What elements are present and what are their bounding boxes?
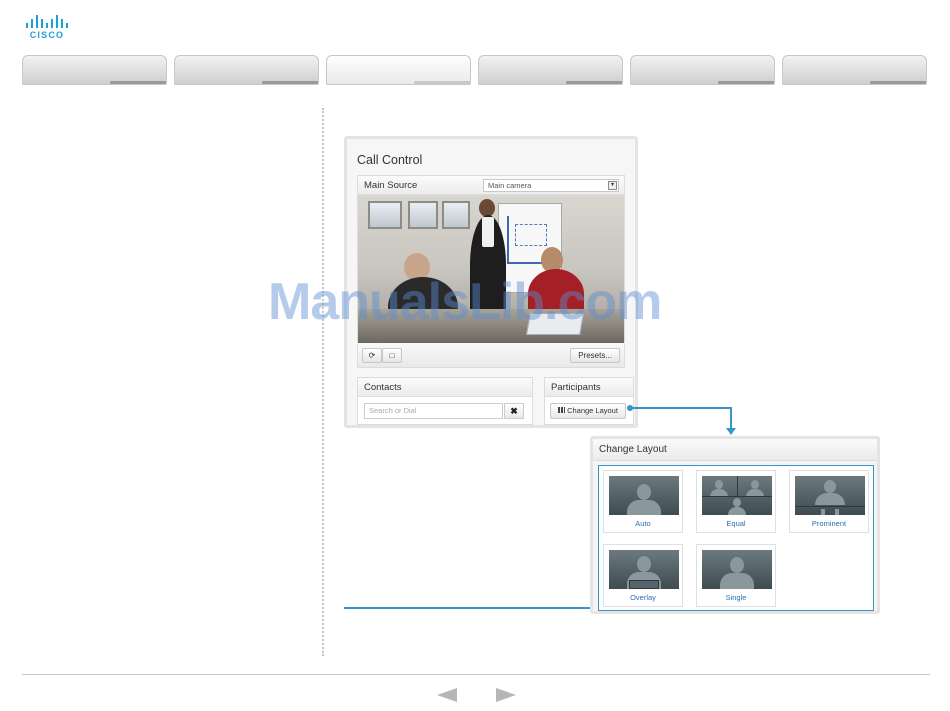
prominent-silhouettes-icon	[795, 476, 865, 515]
connector-arrow-icon	[726, 428, 736, 435]
section-rule	[344, 607, 594, 609]
participants-header: Participants	[545, 378, 633, 397]
cisco-logo: CISCO	[24, 14, 70, 42]
tab-5[interactable]	[630, 55, 775, 85]
layout-option-overlay[interactable]: Overlay	[603, 544, 683, 607]
change-layout-label: Change Layout	[567, 406, 618, 415]
right-arrow-icon[interactable]	[496, 688, 516, 702]
search-input[interactable]: Search or Dial	[364, 403, 503, 419]
layout-option-single[interactable]: Single	[696, 544, 776, 607]
connector-line	[631, 407, 731, 409]
main-source-header: Main Source Main camera ▾	[358, 176, 624, 195]
layout-label: Equal	[726, 519, 746, 528]
clear-button[interactable]: ✖	[504, 403, 524, 419]
grid-icon	[558, 407, 566, 413]
change-layout-panel: Change Layout Auto Equal Prominent Overl…	[590, 436, 880, 614]
change-layout-title: Change Layout	[593, 439, 877, 461]
layout-options: Auto Equal Prominent Overlay Single	[598, 465, 874, 611]
layout-label: Single	[725, 593, 747, 602]
footer-rule	[22, 674, 930, 675]
layout-label: Prominent	[811, 519, 847, 528]
single-silhouette-icon	[702, 550, 772, 589]
grid-silhouettes-icon	[702, 476, 772, 515]
left-arrow-icon[interactable]	[437, 688, 457, 702]
tab-1[interactable]	[22, 55, 167, 85]
square-icon: □	[389, 351, 395, 360]
close-icon: ✖	[510, 406, 518, 416]
tab-4[interactable]	[478, 55, 623, 85]
tab-6[interactable]	[782, 55, 927, 85]
main-source-label: Main Source	[364, 179, 418, 191]
contacts-header: Contacts	[358, 378, 532, 397]
camera-control-bar: ⟳ □ Presets...	[357, 344, 625, 368]
layout-option-equal[interactable]: Equal	[696, 470, 776, 533]
logo-bars-icon	[24, 14, 70, 28]
refresh-icon: ⟳	[368, 351, 376, 360]
connector-line-vertical	[730, 407, 732, 429]
top-tab-bar	[22, 55, 927, 85]
main-source-select[interactable]: Main camera ▾	[483, 179, 619, 192]
participants-section: Participants Change Layout	[544, 377, 634, 425]
person-silhouette-icon	[609, 476, 679, 515]
contacts-section: Contacts Search or Dial ✖	[357, 377, 533, 425]
logo-text: CISCO	[29, 30, 65, 40]
overlay-silhouette-icon	[609, 550, 679, 589]
presets-button[interactable]: Presets...	[570, 348, 620, 363]
dotted-divider	[322, 108, 324, 656]
watermark-text: ManualsLib.com	[268, 273, 662, 331]
main-source-selected: Main camera	[488, 181, 532, 190]
layout-label: Overlay	[630, 593, 656, 602]
panel-title: Call Control	[357, 153, 423, 167]
layout-label: Auto	[635, 519, 651, 528]
change-layout-button[interactable]: Change Layout	[550, 403, 626, 419]
dropdown-arrow-icon: ▾	[608, 181, 617, 190]
layout-option-auto[interactable]: Auto	[603, 470, 683, 533]
selfview-button[interactable]: □	[382, 348, 402, 363]
tab-3-active[interactable]	[326, 55, 471, 85]
layout-option-prominent[interactable]: Prominent	[789, 470, 869, 533]
refresh-button[interactable]: ⟳	[362, 348, 382, 363]
tab-2[interactable]	[174, 55, 319, 85]
